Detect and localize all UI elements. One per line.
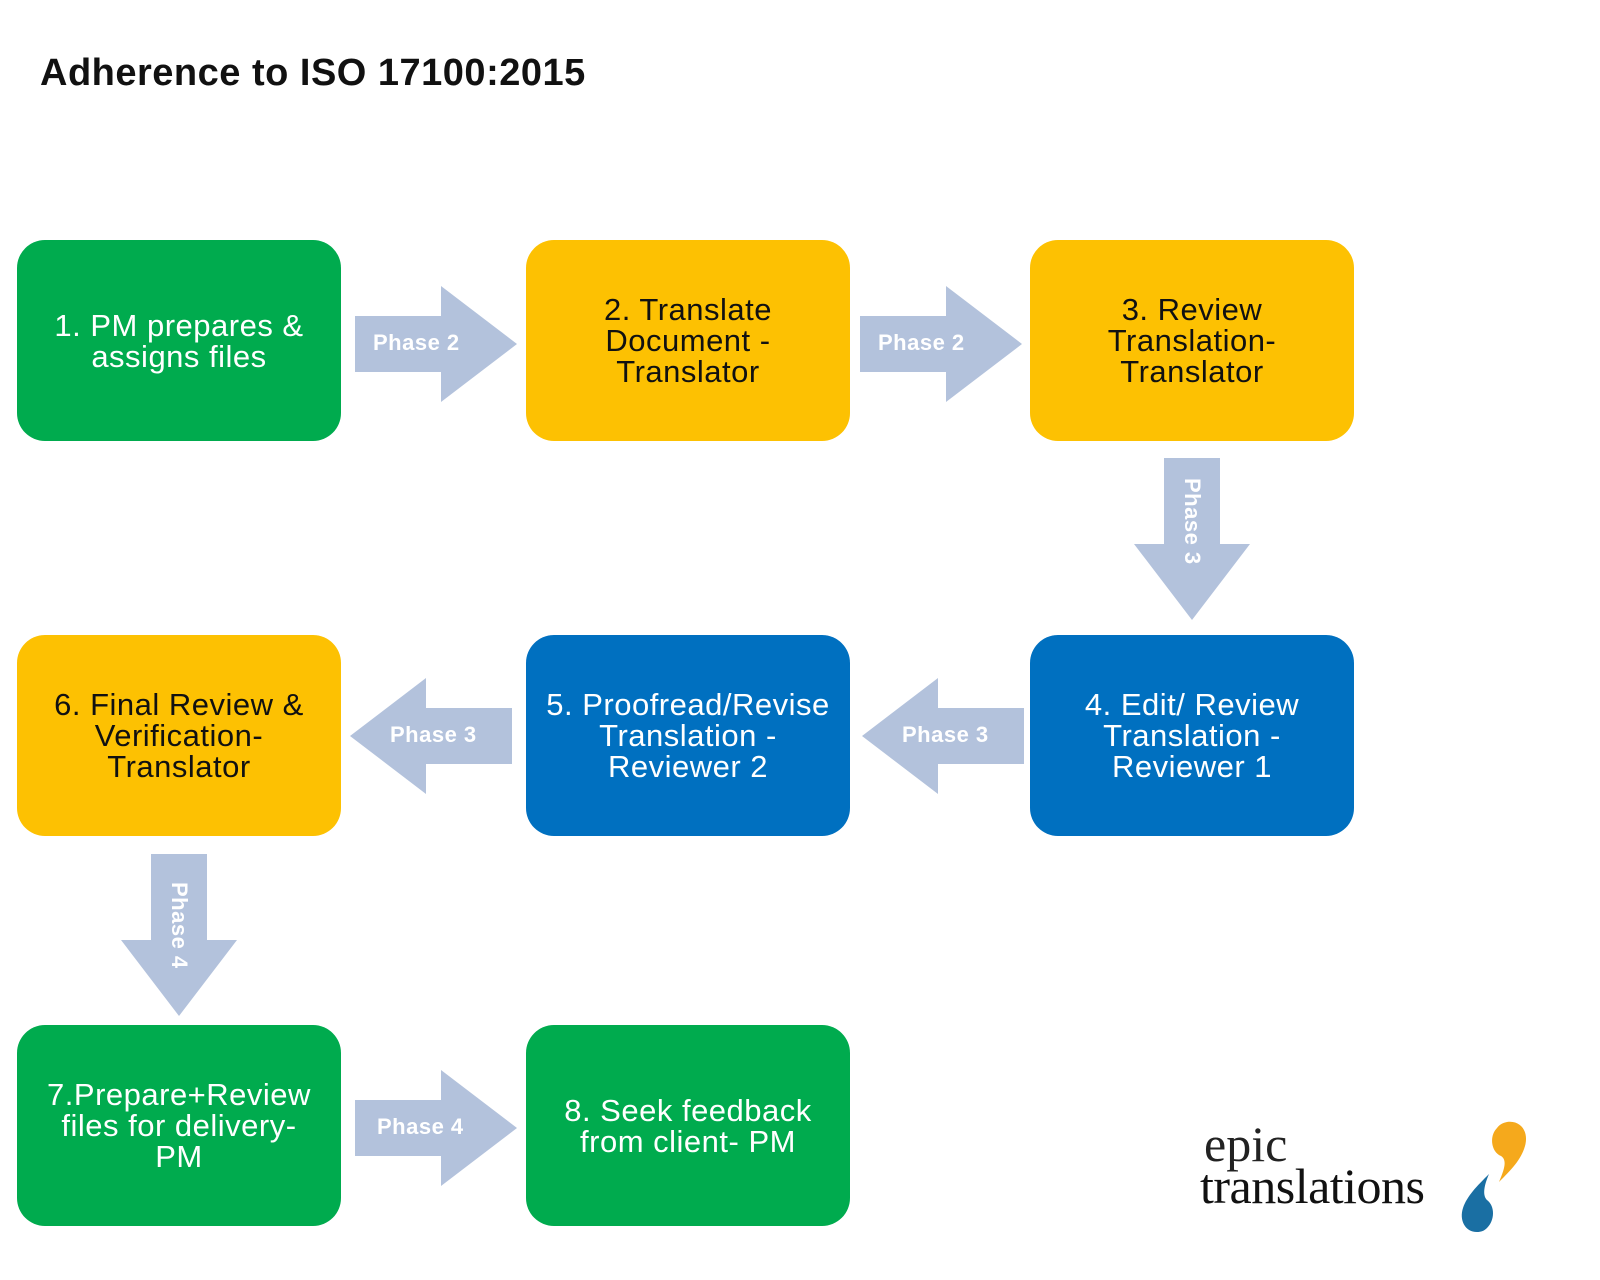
connector-5-6: Phase 3 [350,678,512,794]
step-5-label: 5. Proofread/Revise Translation - Review… [546,687,830,784]
connector-3-4-label: Phase 3 [1180,478,1205,565]
step-8-label: 8. Seek feedback from client- PM [564,1092,812,1159]
step-3-box: 3. Review Translation- Translator [1030,240,1354,441]
step-7-label: 7.Prepare+Review files for delivery- PM [47,1077,311,1174]
connector-6-7: Phase 4 [121,854,237,1016]
step-5-box: 5. Proofread/Revise Translation - Review… [526,635,850,836]
page-title: Adherence to ISO 17100:2015 [40,52,586,94]
step-4-box: 4. Edit/ Review Translation - Reviewer 1 [1030,635,1354,836]
connector-1-2-label: Phase 2 [373,330,460,355]
step-7-box: 7.Prepare+Review files for delivery- PM [17,1025,341,1226]
step-1-box: 1. PM prepares & assigns files [17,240,341,441]
step-6-box: 6. Final Review & Verification- Translat… [17,635,341,836]
connector-7-8-label: Phase 4 [377,1114,464,1139]
step-3-label: 3. Review Translation- Translator [1107,292,1277,389]
step-2-label: 2. Translate Document - Translator [604,292,772,389]
step-1-label: 1. PM prepares & assigns files [54,307,304,374]
step-4-label: 4. Edit/ Review Translation - Reviewer 1 [1084,687,1300,784]
connector-1-2: Phase 2 [355,286,517,402]
logo-line-2: translations [1200,1158,1425,1214]
step-8-box: 8. Seek feedback from client- PM [526,1025,850,1226]
step-2-box: 2. Translate Document - Translator [526,240,850,441]
connector-2-3-label: Phase 2 [878,330,965,355]
connector-7-8: Phase 4 [355,1070,517,1186]
connector-4-5: Phase 3 [862,678,1024,794]
step-6-label: 6. Final Review & Verification- Translat… [54,687,304,784]
epic-translations-logo: epic translations [1200,1115,1540,1245]
connector-2-3: Phase 2 [860,286,1022,402]
connector-3-4: Phase 3 [1134,458,1250,620]
comma-quote-icon [1461,1121,1527,1232]
connector-4-5-label: Phase 3 [902,722,989,747]
connector-5-6-label: Phase 3 [390,722,477,747]
connector-6-7-label: Phase 4 [167,882,192,969]
